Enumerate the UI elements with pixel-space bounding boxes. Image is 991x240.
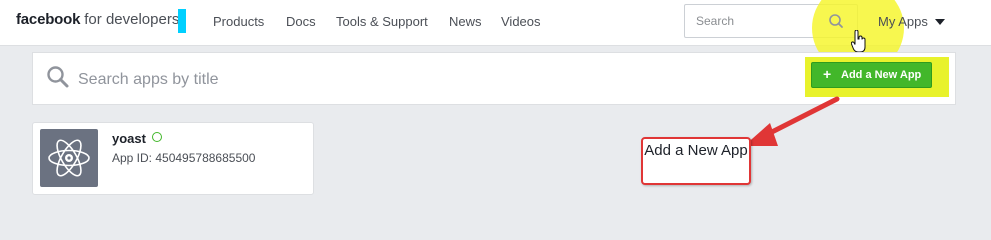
- annotation-arrow: [744, 96, 840, 146]
- annotation-callout: Add a New App: [641, 137, 751, 185]
